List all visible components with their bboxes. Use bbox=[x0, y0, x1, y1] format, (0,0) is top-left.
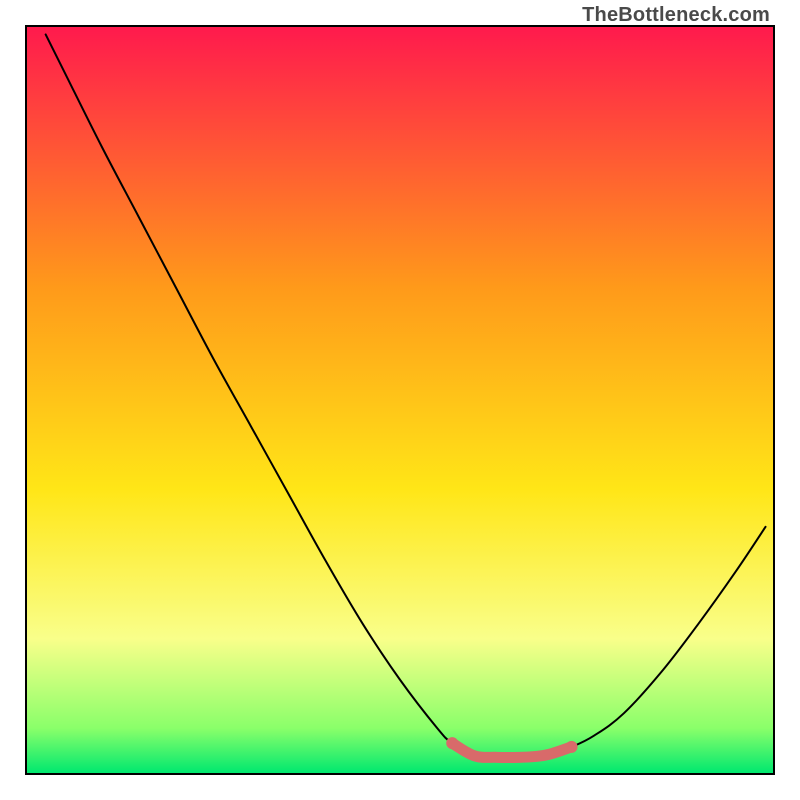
watermark-text: TheBottleneck.com bbox=[582, 4, 770, 27]
highlight-endpoint-left bbox=[446, 737, 458, 749]
highlight-endpoint-right bbox=[566, 741, 578, 753]
chart-svg bbox=[27, 27, 773, 773]
gradient-background bbox=[27, 27, 773, 773]
chart-frame bbox=[25, 25, 775, 775]
